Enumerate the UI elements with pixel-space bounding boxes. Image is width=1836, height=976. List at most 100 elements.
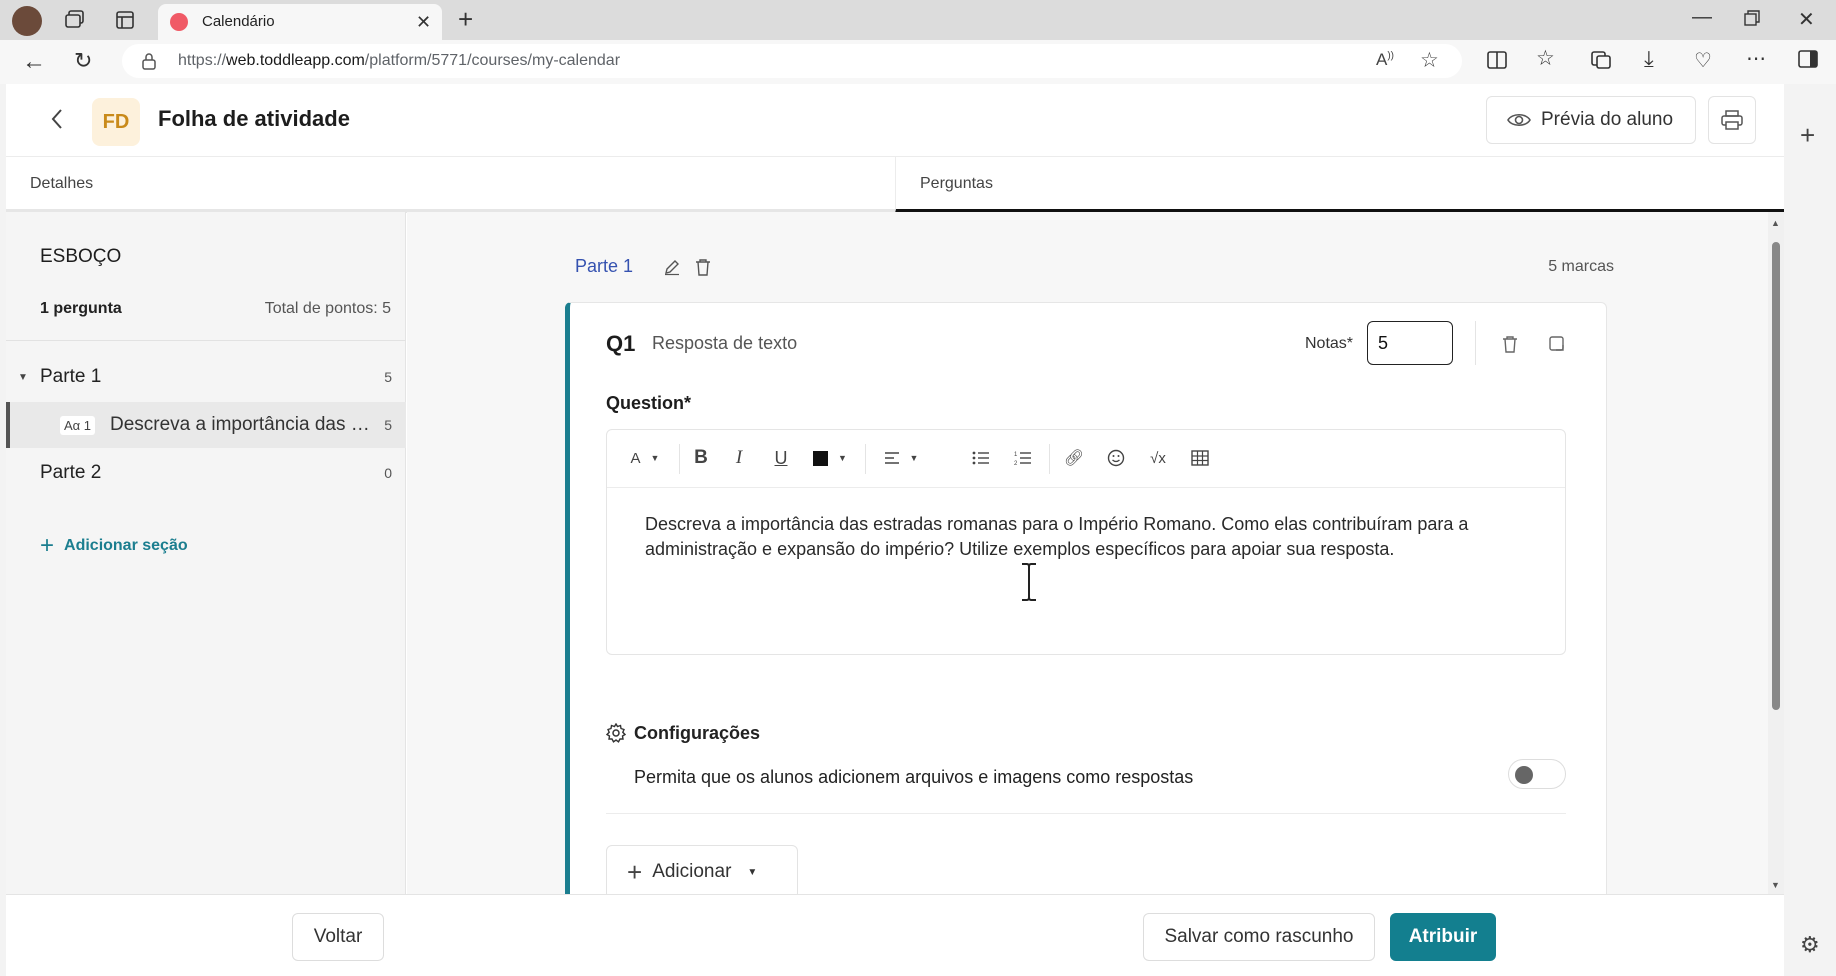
italic-icon[interactable]: I [727, 444, 751, 472]
plus-icon: + [627, 856, 643, 887]
browser-address-bar: ← ↻ https://web.toddleapp.com/platform/5… [0, 40, 1836, 84]
sidebar-item-part-1[interactable]: ▼ Parte 1 5 [6, 354, 406, 400]
part-title: Parte 1 [575, 256, 634, 276]
refresh-icon[interactable]: ↻ [74, 48, 92, 74]
toolbar-separator [1049, 444, 1050, 474]
scroll-down-icon[interactable]: ▼ [1771, 880, 1780, 890]
toggle-knob [1515, 766, 1533, 784]
toddle-favicon-icon [170, 13, 188, 31]
print-button[interactable] [1708, 96, 1756, 144]
align-left-icon [884, 452, 899, 464]
bullet-list-icon[interactable] [971, 444, 991, 472]
allow-attachments-toggle[interactable] [1508, 759, 1566, 789]
scrollbar-thumb[interactable] [1772, 242, 1780, 710]
link-icon[interactable]: 🔗︎ [1063, 444, 1085, 472]
url-field[interactable]: https://web.toddleapp.com/platform/5771/… [122, 44, 1462, 78]
allow-attachments-label: Permita que os alunos adicionem arquivos… [634, 767, 1194, 787]
delete-question-icon[interactable] [1502, 335, 1518, 353]
tab-actions-icon[interactable] [115, 10, 135, 30]
bold-icon[interactable]: B [689, 444, 713, 472]
browser-tab-calendar[interactable]: Calendário ✕ [158, 4, 442, 40]
outline-title: ESBOÇO [40, 246, 122, 267]
toolbar-separator [679, 444, 680, 474]
browser-essentials-icon[interactable]: ♡ [1694, 48, 1712, 73]
caret-down-icon: ▼ [747, 866, 758, 878]
marks-label: Notas* [1305, 335, 1354, 352]
profile-avatar[interactable] [12, 6, 42, 36]
workspaces-icon[interactable] [64, 10, 86, 30]
caret-down-icon: ▼ [650, 453, 660, 463]
minimize-icon[interactable]: — [1692, 6, 1712, 29]
collections-icon[interactable] [1590, 50, 1612, 70]
split-screen-icon[interactable] [1486, 50, 1508, 70]
more-options-icon[interactable]: ⋯ [1746, 46, 1766, 71]
font-size-dropdown[interactable]: A ▼ [625, 444, 665, 472]
gear-icon[interactable]: ⚙ [1800, 932, 1820, 958]
sidebar-item-part-2[interactable]: Parte 2 0 [6, 450, 406, 496]
scroll-up-icon[interactable]: ▲ [1771, 218, 1780, 228]
back-button[interactable]: Voltar [292, 913, 384, 961]
new-tab-icon[interactable]: + [458, 4, 473, 35]
browser-tab-bar: Calendário ✕ + — ✕ [0, 0, 1836, 40]
questions-panel: Parte 1 5 marcas Q1 Resposta de texto No… [407, 212, 1784, 894]
table-icon[interactable] [1189, 444, 1211, 472]
add-question-label: Adicionar [652, 861, 732, 882]
close-tab-icon[interactable]: ✕ [416, 12, 431, 33]
student-preview-button[interactable]: Prévia do aluno [1486, 96, 1696, 144]
favorites-icon[interactable]: ☆ [1536, 46, 1555, 71]
emoji-icon[interactable] [1105, 444, 1127, 472]
add-sidebar-app-icon[interactable]: + [1800, 120, 1815, 151]
question-count: 1 pergunta [40, 300, 122, 317]
part-marks: 5 marcas [1548, 258, 1614, 275]
duplicate-question-icon[interactable] [1548, 335, 1566, 353]
part-label: Parte 1 [40, 366, 102, 387]
back-arrow-icon[interactable]: ← [22, 48, 46, 76]
assign-button[interactable]: Atribuir [1390, 913, 1496, 961]
underline-icon[interactable]: U [769, 444, 793, 472]
delete-part-icon[interactable] [695, 258, 711, 276]
svg-text:1: 1 [1014, 452, 1018, 458]
marks-input[interactable] [1367, 321, 1453, 365]
question-text[interactable]: Descreva a importância das estradas roma… [645, 512, 1525, 562]
tab-questions[interactable]: Perguntas [895, 157, 1784, 213]
add-section-button[interactable]: + Adicionar seção [40, 532, 188, 560]
printer-icon [1721, 110, 1743, 130]
page-header: FD Folha de atividade Prévia do aluno [6, 84, 1784, 156]
color-swatch-icon [813, 450, 829, 466]
outline-divider [6, 340, 406, 341]
lock-icon [142, 52, 156, 70]
browser-side-rail: + ⚙ [1784, 84, 1836, 976]
back-chevron-icon[interactable] [50, 108, 64, 130]
save-draft-button[interactable]: Salvar como rascunho [1143, 913, 1375, 961]
page-footer: Voltar Salvar como rascunho Atribuir [6, 894, 1784, 976]
caret-down-icon: ▼ [909, 453, 919, 463]
restore-icon[interactable] [1744, 10, 1760, 26]
close-window-icon[interactable]: ✕ [1798, 7, 1815, 32]
rich-text-editor[interactable]: A ▼ B I U ▼ ▼ 12 🔗︎ √x Descreva a import… [606, 429, 1566, 655]
question-label: Question* [606, 393, 692, 413]
svg-text:2: 2 [1014, 461, 1018, 466]
tab-title: Calendário [202, 13, 275, 30]
read-aloud-icon[interactable]: A)) [1376, 50, 1394, 70]
text-color-dropdown[interactable]: ▼ [807, 444, 853, 472]
align-dropdown[interactable]: ▼ [879, 444, 923, 472]
sidebar-item-question-1[interactable]: Aα 1 Descreva a importância das estradas… [6, 402, 406, 448]
numbered-list-icon[interactable]: 12 [1013, 444, 1033, 472]
settings-title: Configurações [634, 723, 761, 743]
question-card: Q1 Resposta de texto Notas* Question* A▼… [565, 302, 1607, 894]
sidebar-toggle-icon[interactable] [1798, 50, 1818, 68]
question-type: Resposta de texto [652, 333, 798, 353]
question-preview: Descreva a importância das estradas roma… [110, 414, 372, 435]
add-section-label: Adicionar seção [64, 537, 188, 554]
edit-pencil-icon[interactable] [663, 258, 681, 276]
favorite-star-icon[interactable]: ☆ [1420, 48, 1439, 73]
settings-gear-icon [606, 723, 626, 743]
downloads-icon[interactable]: ⤓ [1644, 46, 1654, 72]
add-question-button[interactable]: + Adicionar ▼ [606, 845, 798, 894]
part-label: Parte 2 [40, 462, 102, 483]
tab-details[interactable]: Detalhes [6, 157, 895, 213]
caret-down-icon[interactable]: ▼ [18, 372, 28, 383]
part-points: 5 [384, 369, 392, 385]
main-scrollbar[interactable]: ▲ ▼ [1768, 212, 1784, 894]
formula-icon[interactable]: √x [1147, 444, 1169, 472]
